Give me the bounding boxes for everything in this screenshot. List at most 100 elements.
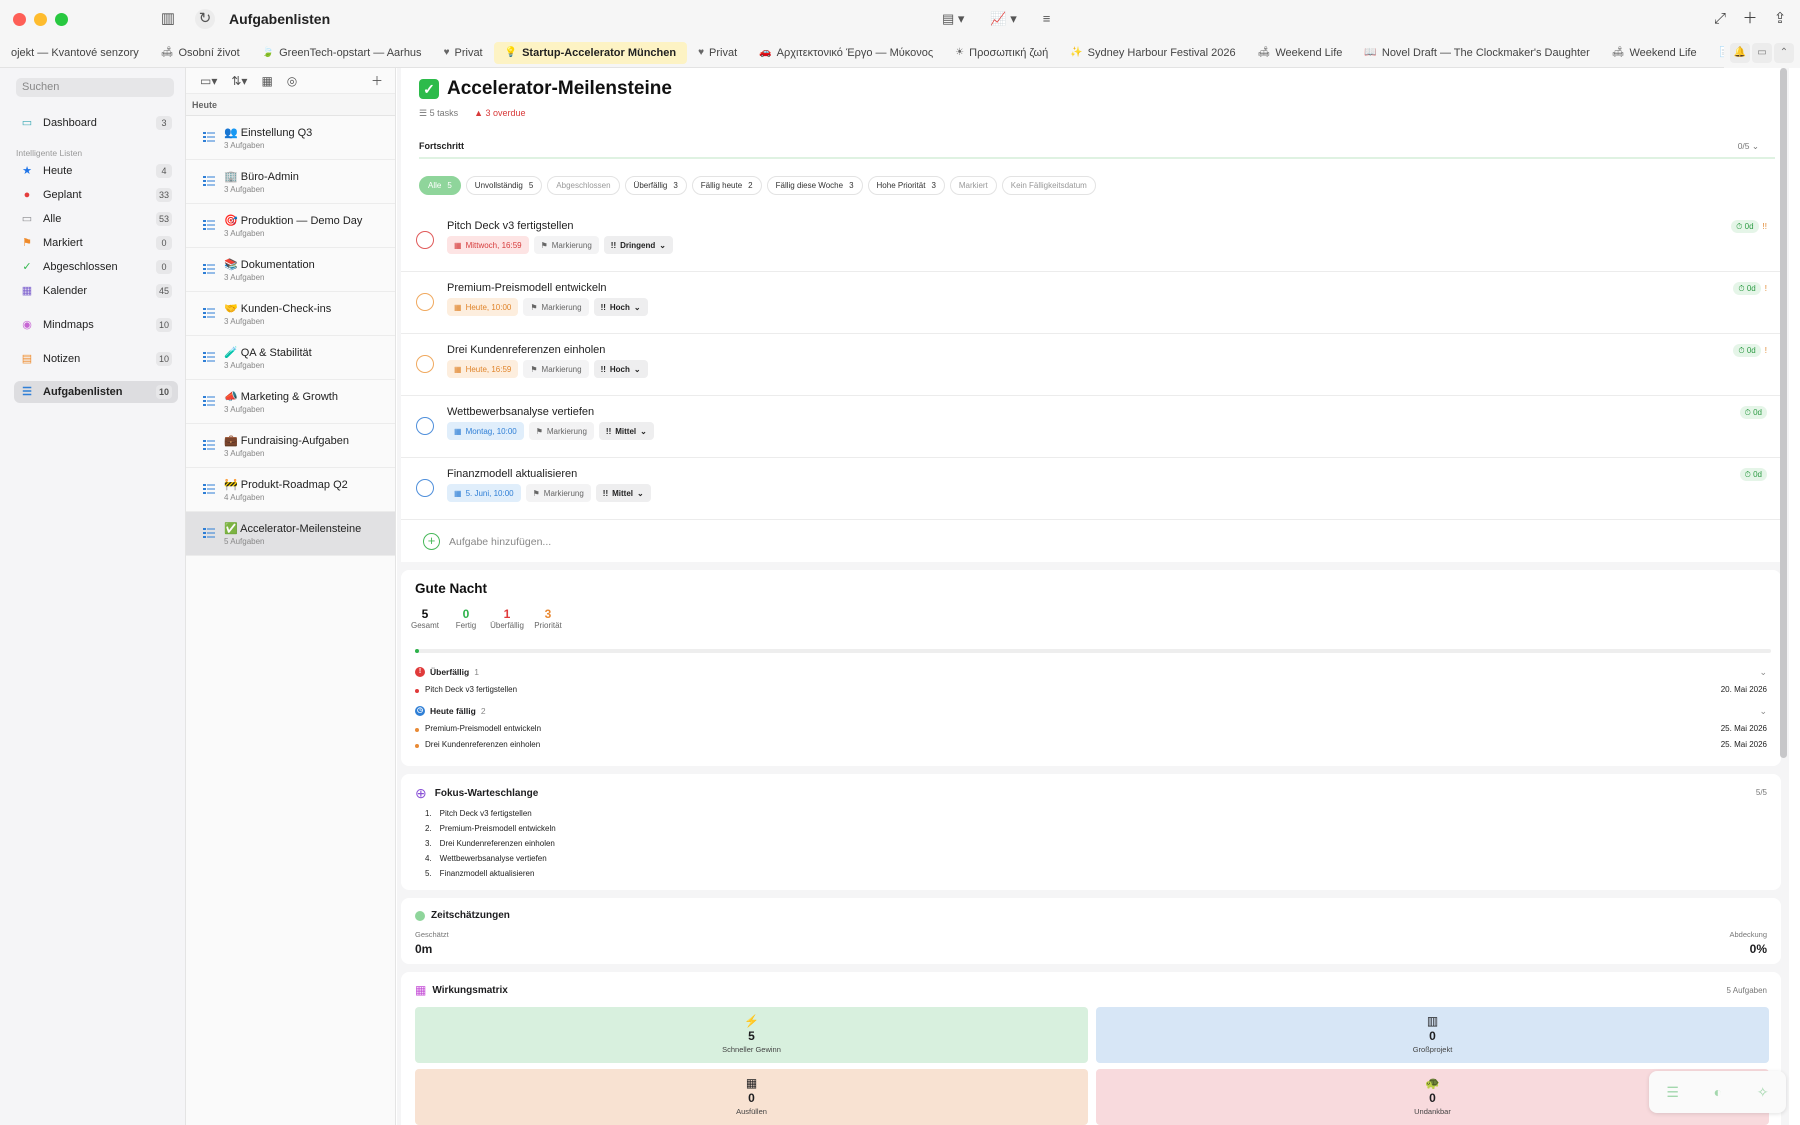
sort-icon[interactable]: ⇅▾ [231, 74, 247, 88]
task-checkbox[interactable] [416, 479, 434, 497]
task-row[interactable]: Premium-Preismodell entwickeln ▦ Heute, 10… [401, 272, 1781, 334]
task-row[interactable]: Wettbewerbsanalyse vertiefen ▦ Montag, 10:… [401, 396, 1781, 458]
filter-chip[interactable]: Alle 5 [419, 176, 461, 195]
flag-pill[interactable]: ⚑ Markierung [533, 236, 599, 254]
list-item[interactable]: 🧪 QA & Stabilität 3 Aufgaben [186, 336, 395, 380]
task-checkbox[interactable] [416, 293, 434, 311]
flag-pill[interactable]: ⚑ Markierung [523, 360, 589, 378]
task-row[interactable]: Pitch Deck v3 fertigstellen ▦ Mittwoch, 16… [401, 210, 1781, 272]
summary-item-title[interactable]: Pitch Deck v3 fertigstellen [425, 685, 517, 694]
close-window-button[interactable] [13, 13, 26, 26]
list-item[interactable]: 💼 Fundraising-Aufgaben 3 Aufgaben [186, 424, 395, 468]
overdue-group-header[interactable]: ! Überfällig 1 [415, 667, 479, 677]
progress-count[interactable]: 0/5 ⌄ [1738, 141, 1759, 152]
zoom-window-button[interactable] [55, 13, 68, 26]
tab-item[interactable]: ♥ Privat [433, 42, 494, 64]
sidebar-item-abgeschlossen[interactable]: ✓ Abgeschlossen 0 [14, 256, 178, 278]
due-date-pill[interactable]: ▦ 5. Juni, 10:00 [447, 484, 521, 502]
focus-item[interactable]: 4. Wettbewerbsanalyse vertiefen [425, 851, 556, 866]
sidebar-item-kalender[interactable]: ▦ Kalender 45 [14, 280, 178, 302]
due-date-pill[interactable]: ▦ Heute, 16:59 [447, 360, 519, 378]
priority-select[interactable]: !! Mittel ⌄ [595, 484, 651, 502]
sidebar-item-mindmaps[interactable]: ◉ Mindmaps 10 [14, 314, 178, 336]
flag-pill[interactable]: ⚑ Markierung [523, 298, 589, 316]
summary-item-title[interactable]: Premium-Preismodell entwickeln [425, 724, 541, 733]
task-row[interactable]: Finanzmodell aktualisieren ▦ 5. Juni, 10:0… [401, 458, 1781, 520]
filter-chip[interactable]: Unvollständig 5 [465, 176, 543, 195]
matrix-quadrant[interactable]: ▦ 0 Ausfüllen [415, 1069, 1088, 1125]
check-circle-icon[interactable]: ◎ [287, 74, 297, 88]
group-icon[interactable]: ▦ [261, 74, 272, 88]
sync-icon[interactable]: ↻ [195, 9, 215, 29]
priority-select[interactable]: !! Dringend ⌄ [603, 236, 673, 254]
filter-chip[interactable]: Fällig heute 2 [691, 176, 762, 195]
flag-pill[interactable]: ⚑ Markierung [525, 484, 591, 502]
share-icon[interactable]: ⇪ [1770, 9, 1790, 29]
chevron-up-icon[interactable]: ⌃ [1774, 43, 1794, 63]
summary-item-title[interactable]: Drei Kundenreferenzen einholen [425, 740, 540, 749]
filter-chip[interactable]: Hohe Priorität 3 [867, 176, 945, 195]
magic-wand-icon[interactable]: ✧ [1757, 1084, 1769, 1101]
inbox-icon[interactable]: ▭▾ [200, 74, 217, 88]
minimize-window-button[interactable] [34, 13, 47, 26]
add-task[interactable]: + Aufgabe hinzufügen... [423, 533, 551, 550]
task-checkbox[interactable] [416, 231, 434, 249]
flag-pill[interactable]: ⚑ Markierung [528, 422, 594, 440]
list-item[interactable]: 🤝 Kunden-Check-ins 3 Aufgaben [186, 292, 395, 336]
tab-item[interactable]: 🍃 GreenTech-opstart — Aarhus [251, 42, 433, 64]
leaf-icon[interactable]: ◐ [1714, 1084, 1722, 1100]
sidebar-item-heute[interactable]: ★ Heute 4 [14, 160, 178, 182]
task-row[interactable]: Drei Kundenreferenzen einholen ▦ Heute, 16… [401, 334, 1781, 396]
list-item[interactable]: 🚧 Produkt-Roadmap Q2 4 Aufgaben [186, 468, 395, 512]
sidebar-item-alle[interactable]: ▭ Alle 53 [14, 208, 178, 230]
today-group-header[interactable]: ◷ Heute fällig 2 [415, 706, 486, 716]
chevron-down-icon[interactable]: ⌄ [1759, 667, 1767, 678]
filter-chip[interactable]: Fällig diese Woche 3 [766, 176, 863, 195]
chart-icon[interactable]: 📈 ▾ [984, 8, 1022, 30]
tab-item[interactable]: ♥ Privat [687, 42, 748, 64]
focus-item[interactable]: 3. Drei Kundenreferenzen einholen [425, 836, 556, 851]
sidebar-item-aufgabenlisten[interactable]: ☰ Aufgabenlisten 10 [14, 381, 178, 403]
tab-item[interactable]: ✨ Sydney Harbour Festival 2026 [1059, 42, 1246, 64]
tab-item[interactable]: ☀ Προσωπική ζωή [944, 42, 1059, 64]
tab-item[interactable]: 📖 Novel Draft — The Clockmaker's Daughter [1353, 42, 1600, 64]
matrix-quadrant[interactable]: ⚡ 5 Schneller Gewinn [415, 1007, 1088, 1063]
list-item[interactable]: 🏢 Büro-Admin 3 Aufgaben [186, 160, 395, 204]
priority-select[interactable]: !! Mittel ⌄ [598, 422, 654, 440]
add-task-row[interactable]: + Aufgabe hinzufügen... [401, 520, 1781, 562]
filter-chip[interactable]: Abgeschlossen [547, 176, 620, 195]
list-item[interactable]: 🎯 Produktion — Demo Day 3 Aufgaben [186, 204, 395, 248]
chevron-down-icon[interactable]: ⌄ [1759, 706, 1767, 717]
filter-chip[interactable]: Markiert [949, 176, 997, 195]
matrix-quadrant[interactable]: ▥ 0 Großprojekt [1096, 1007, 1769, 1063]
due-date-pill[interactable]: ▦ Heute, 10:00 [447, 298, 519, 316]
list-item[interactable]: 👥 Einstellung Q3 3 Aufgaben [186, 116, 395, 160]
due-date-pill[interactable]: ▦ Montag, 10:00 [447, 422, 524, 440]
sidebar-item-dashboard[interactable]: ▭ Dashboard 3 [14, 112, 178, 134]
list-item[interactable]: ✅ Accelerator-Meilensteine 5 Aufgaben [186, 512, 395, 556]
priority-select[interactable]: !! Hoch ⌄ [593, 360, 648, 378]
add-list-icon[interactable]: ＋ [371, 72, 383, 89]
filter-chip[interactable]: Kein Fälligkeitsdatum [1001, 176, 1096, 195]
filter-settings-icon[interactable]: ≡ [1037, 8, 1057, 30]
tab-item[interactable]: 🚗 Αρχιτεκτονικό Έργο — Μύκονος [748, 42, 944, 64]
list-icon[interactable]: ☰ [1666, 1084, 1679, 1101]
focus-item[interactable]: 1. Pitch Deck v3 fertigstellen [425, 806, 556, 821]
sidebar-item-notizen[interactable]: ▤ Notizen 10 [14, 348, 178, 370]
task-checkbox[interactable] [416, 355, 434, 373]
tab-active[interactable]: 💡 Startup-Accelerator München [493, 41, 688, 64]
focus-item[interactable]: 2. Premium-Preismodell entwickeln [425, 821, 556, 836]
sidebar-item-markiert[interactable]: ⚑ Markiert 0 [14, 232, 178, 254]
scrollbar[interactable] [1780, 68, 1787, 758]
tab-item[interactable]: 🛋 Weekend Life [1247, 42, 1354, 64]
layout-icon[interactable]: ▭ [1752, 43, 1772, 63]
sidebar-toggle-icon[interactable]: ▥ [158, 9, 178, 29]
due-date-pill[interactable]: ▦ Mittwoch, 16:59 [447, 236, 529, 254]
list-item[interactable]: 📚 Dokumentation 3 Aufgaben [186, 248, 395, 292]
list-item[interactable]: 📣 Marketing & Growth 3 Aufgaben [186, 380, 395, 424]
view-mode-icon[interactable]: ▤ ▾ [936, 8, 970, 30]
add-icon[interactable]: ＋ [1740, 9, 1760, 29]
filter-chip[interactable]: Überfällig 3 [624, 176, 687, 195]
focus-item[interactable]: 5. Finanzmodell aktualisieren [425, 866, 556, 881]
search-input[interactable]: Suchen [16, 78, 174, 97]
